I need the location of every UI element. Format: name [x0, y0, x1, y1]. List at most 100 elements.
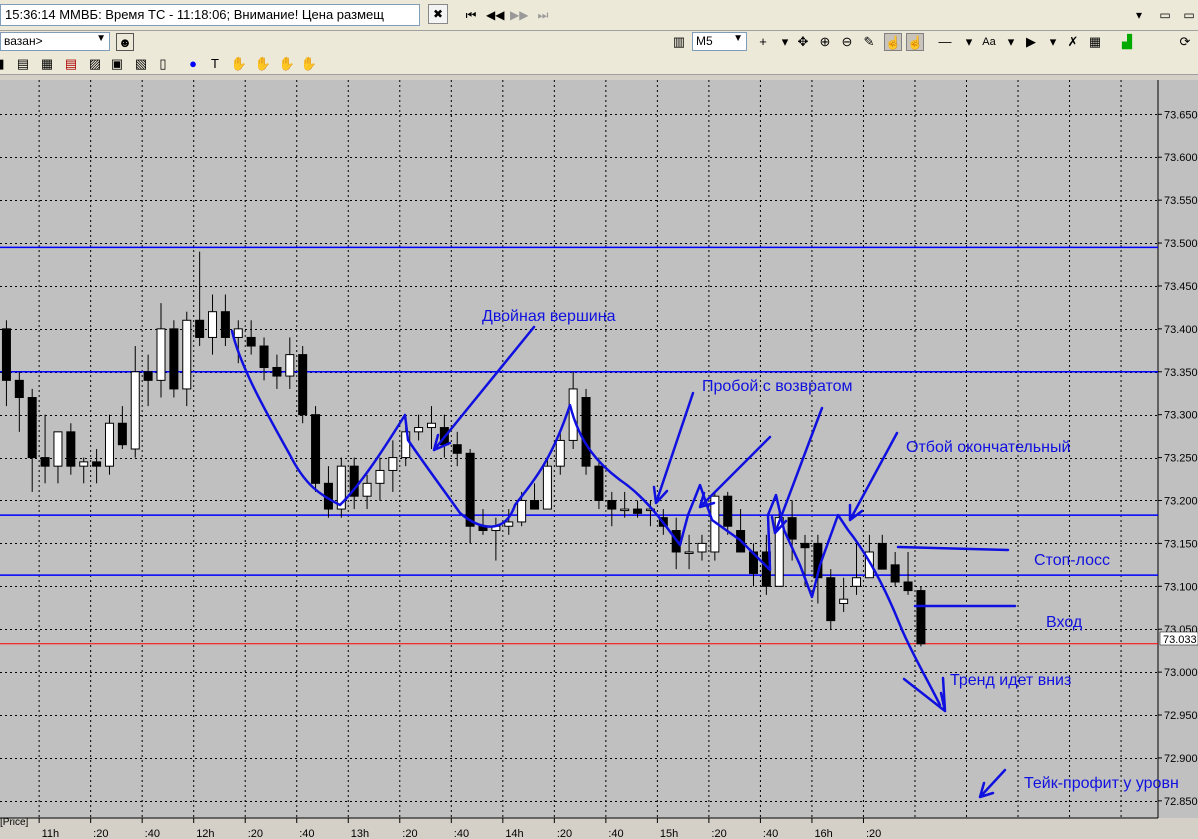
candle-body: [530, 499, 540, 510]
candle-body: [542, 465, 552, 510]
candle-body: [104, 422, 114, 467]
window-dropdown-icon[interactable]: ▾: [1130, 6, 1148, 24]
candle-body: [375, 469, 385, 484]
line-style-icon[interactable]: —: [936, 33, 954, 51]
zoom-window-icon[interactable]: ▣: [108, 55, 126, 73]
candle-body: [555, 439, 565, 467]
chevron-down-icon[interactable]: ▾: [1002, 33, 1020, 51]
cursor-cross-icon[interactable]: +: [754, 33, 772, 51]
close-icon[interactable]: ✖: [428, 4, 448, 24]
candle[interactable]: [826, 569, 836, 630]
indicator-icon[interactable]: ▟: [1118, 33, 1136, 51]
color-icon[interactable]: ▶: [1022, 33, 1040, 51]
candle[interactable]: [916, 586, 926, 647]
instrument-select[interactable]: вазан> ▼: [0, 32, 110, 51]
interval-select[interactable]: M5 ▼: [692, 32, 747, 51]
copy-icon[interactable]: ▧: [132, 55, 150, 73]
candle-body: [298, 354, 308, 416]
tee-icon[interactable]: T: [206, 55, 224, 73]
y-tick-label: 73.200: [1164, 495, 1198, 507]
list-icon[interactable]: ▦: [38, 55, 56, 73]
candle-body: [633, 508, 643, 514]
candle-body: [259, 345, 269, 368]
hand3-icon[interactable]: ✋: [278, 55, 296, 73]
zoom-in-icon[interactable]: ⊕: [816, 33, 834, 51]
zoom-out-icon[interactable]: ⊖: [838, 33, 856, 51]
chevron-down-icon[interactable]: ▾: [960, 33, 978, 51]
x-tick-label: 16h: [814, 828, 832, 839]
candle-body: [208, 311, 218, 338]
candle[interactable]: [311, 406, 321, 492]
hand2-icon[interactable]: ✋: [254, 55, 272, 73]
title-bar: 15:36:14 ММВБ: Время ТС - 11:18:06; Вним…: [0, 0, 1198, 31]
window-icon-2[interactable]: ▯: [154, 55, 172, 73]
window-icon[interactable]: ▨: [86, 55, 104, 73]
candle-body: [156, 328, 166, 381]
label-entry: Вход: [1046, 614, 1083, 631]
hand-icon[interactable]: ☝: [884, 33, 902, 51]
refresh-icon[interactable]: ⟳: [1176, 33, 1194, 51]
candle-body: [79, 461, 89, 467]
font-icon[interactable]: Aa: [980, 33, 998, 51]
hand-pressed-icon[interactable]: ☝: [906, 33, 924, 51]
lookup-icon[interactable]: ☻: [116, 33, 134, 51]
candle[interactable]: [169, 320, 179, 398]
candle-body: [285, 354, 295, 377]
eraser-icon[interactable]: ✗: [1064, 33, 1082, 51]
candle-body: [233, 328, 243, 338]
first-page-icon[interactable]: ⏮: [462, 6, 480, 24]
ruler-icon[interactable]: ✎: [860, 33, 878, 51]
label-trend-down: Тренд идет вниз: [950, 672, 1071, 689]
last-page-icon[interactable]: ⏭: [534, 6, 552, 24]
chevron-down-icon[interactable]: ▾: [776, 33, 794, 51]
candle[interactable]: [336, 457, 346, 518]
candle-body: [607, 499, 617, 510]
candle-body: [169, 328, 179, 390]
y-tick-label: 72.950: [1164, 710, 1198, 722]
candle-body: [903, 581, 913, 592]
y-tick-label: 73.250: [1164, 453, 1198, 465]
candle-body: [594, 465, 604, 501]
hand4-icon[interactable]: ✋: [300, 55, 318, 73]
candle-body: [220, 311, 230, 338]
label-take-profit: Тейк-профит у уровн: [1024, 775, 1179, 792]
y-tick-label: 72.850: [1164, 796, 1198, 808]
order-book-icon[interactable]: ▤: [62, 55, 80, 73]
time-axis-background: [0, 818, 1158, 839]
label-breakout-retest: Пробой с возвратом: [702, 378, 853, 395]
candle-body: [426, 422, 436, 429]
label-stop-loss: Стоп-лосс: [1034, 552, 1110, 569]
chart-type-icon[interactable]: ▥: [670, 33, 688, 51]
candle[interactable]: [298, 346, 308, 424]
candle-body: [916, 590, 926, 645]
move-icon[interactable]: ✥: [794, 33, 812, 51]
chevron-down-icon: ▼: [733, 33, 743, 44]
candle[interactable]: [104, 414, 114, 475]
secondary-toolbar: ▮ ▤ ▦ ▤ ▨ ▣ ▧ ▯ ● T ✋ ✋ ✋ ✋: [0, 53, 1198, 75]
label-final-rebound: Отбой окончательный: [906, 439, 1070, 456]
prev-page-icon[interactable]: ◀◀: [486, 6, 504, 24]
x-tick-label: :20: [711, 828, 726, 839]
table-icon[interactable]: ▤: [14, 55, 32, 73]
chart-toolbar: вазан> ▼ ☻ ▥ M5 ▼ + ▾ ✥ ⊕ ⊖ ✎ ☝ ☝ — ▾ Aa…: [0, 31, 1198, 53]
layers-icon[interactable]: ▦: [1086, 33, 1104, 51]
next-page-icon[interactable]: ▶▶: [510, 6, 528, 24]
x-tick-label: :20: [402, 828, 417, 839]
alert-icon[interactable]: ●: [184, 55, 202, 73]
candle[interactable]: [581, 388, 591, 475]
candle-body: [581, 397, 591, 467]
window-icon-2[interactable]: ▭: [1180, 6, 1198, 24]
y-tick-label: 73.150: [1164, 538, 1198, 550]
chart-window-icon[interactable]: ▮: [0, 55, 10, 73]
status-title: 15:36:14 ММВБ: Время ТС - 11:18:06; Вним…: [0, 4, 420, 26]
x-tick-label: :20: [557, 828, 572, 839]
hand1-icon[interactable]: ✋: [230, 55, 248, 73]
price-chart[interactable]: 73.650 73.600 73.550 73.500 73.450 73.400 73.3…: [0, 75, 1198, 839]
candle-body: [452, 444, 462, 454]
y-tick-label: 73.550: [1164, 195, 1198, 207]
x-tick-label: 14h: [505, 828, 523, 839]
y-tick-label: 73.400: [1164, 324, 1198, 336]
candle-body: [504, 521, 514, 527]
window-icon[interactable]: ▭: [1156, 6, 1174, 24]
chevron-down-icon[interactable]: ▾: [1044, 33, 1062, 51]
